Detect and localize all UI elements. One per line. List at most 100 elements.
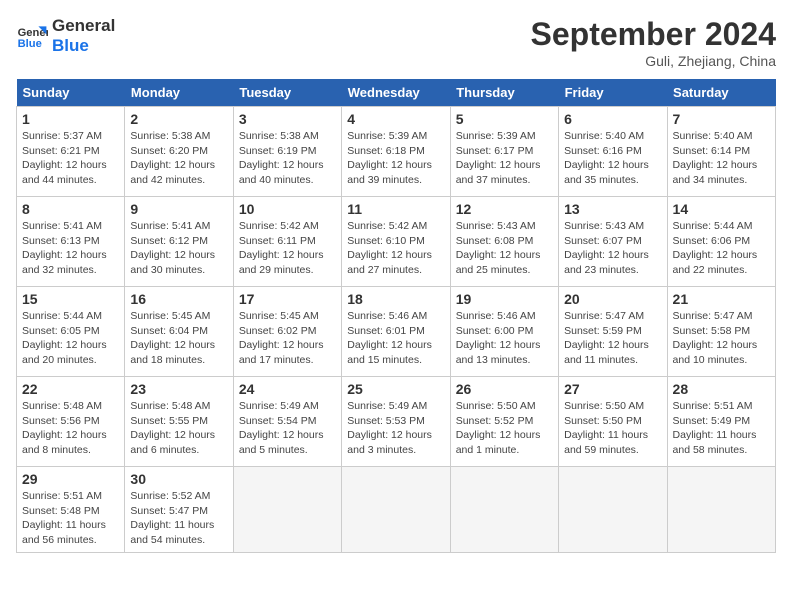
day-info: Sunrise: 5:48 AMSunset: 5:56 PMDaylight:…: [22, 399, 119, 458]
col-header-saturday: Saturday: [667, 79, 775, 107]
calendar-cell: 14 Sunrise: 5:44 AMSunset: 6:06 PMDayligh…: [667, 197, 775, 287]
calendar-cell: 7Sunrise: 5:40 AMSunset: 6:14 PMDaylight…: [667, 107, 775, 197]
calendar-week-row: 29 Sunrise: 5:51 AMSunset: 5:48 PMDayligh…: [17, 467, 776, 553]
title-area: September 2024 Guli, Zhejiang, China: [531, 16, 776, 69]
day-number: 19: [456, 291, 553, 307]
day-info: Sunrise: 5:50 AMSunset: 5:52 PMDaylight:…: [456, 399, 553, 458]
day-number: 14: [673, 201, 770, 217]
location: Guli, Zhejiang, China: [531, 53, 776, 69]
day-info: Sunrise: 5:49 AMSunset: 5:53 PMDaylight:…: [347, 399, 444, 458]
day-number: 28: [673, 381, 770, 397]
day-number: 5: [456, 111, 553, 127]
day-number: 11: [347, 201, 444, 217]
day-number: 21: [673, 291, 770, 307]
calendar-table: SundayMondayTuesdayWednesdayThursdayFrid…: [16, 79, 776, 553]
col-header-monday: Monday: [125, 79, 233, 107]
day-info: Sunrise: 5:37 AMSunset: 6:21 PMDaylight:…: [22, 129, 119, 188]
header: General Blue General Blue September 2024…: [16, 16, 776, 69]
day-info: Sunrise: 5:41 AMSunset: 6:12 PMDaylight:…: [130, 219, 227, 278]
day-number: 8: [22, 201, 119, 217]
calendar-cell: [342, 467, 450, 553]
col-header-thursday: Thursday: [450, 79, 558, 107]
calendar-cell: 20Sunrise: 5:47 AMSunset: 5:59 PMDayligh…: [559, 287, 667, 377]
calendar-cell: 4 Sunrise: 5:39 AMSunset: 6:18 PMDaylight…: [342, 107, 450, 197]
day-number: 30: [130, 471, 227, 487]
calendar-header-row: SundayMondayTuesdayWednesdayThursdayFrid…: [17, 79, 776, 107]
day-info: Sunrise: 5:39 AMSunset: 6:17 PMDaylight:…: [456, 129, 553, 188]
day-number: 3: [239, 111, 336, 127]
day-number: 4: [347, 111, 444, 127]
day-info: Sunrise: 5:42 AMSunset: 6:11 PMDaylight:…: [239, 219, 336, 278]
day-number: 23: [130, 381, 227, 397]
calendar-cell: 15 Sunrise: 5:44 AMSunset: 6:05 PMDayligh…: [17, 287, 125, 377]
day-number: 10: [239, 201, 336, 217]
day-info: Sunrise: 5:47 AMSunset: 5:58 PMDaylight:…: [673, 309, 770, 368]
day-info: Sunrise: 5:45 AMSunset: 6:04 PMDaylight:…: [130, 309, 227, 368]
calendar-cell: [667, 467, 775, 553]
day-info: Sunrise: 5:43 AMSunset: 6:08 PMDaylight:…: [456, 219, 553, 278]
day-info: Sunrise: 5:43 AMSunset: 6:07 PMDaylight:…: [564, 219, 661, 278]
day-number: 9: [130, 201, 227, 217]
day-info: Sunrise: 5:52 AMSunset: 5:47 PMDaylight:…: [130, 489, 227, 548]
day-info: Sunrise: 5:51 AMSunset: 5:48 PMDaylight:…: [22, 489, 119, 548]
calendar-cell: 13Sunrise: 5:43 AMSunset: 6:07 PMDayligh…: [559, 197, 667, 287]
calendar-cell: 25 Sunrise: 5:49 AMSunset: 5:53 PMDayligh…: [342, 377, 450, 467]
calendar-cell: 12 Sunrise: 5:43 AMSunset: 6:08 PMDayligh…: [450, 197, 558, 287]
day-info: Sunrise: 5:38 AMSunset: 6:19 PMDaylight:…: [239, 129, 336, 188]
day-number: 25: [347, 381, 444, 397]
day-number: 15: [22, 291, 119, 307]
day-info: Sunrise: 5:40 AMSunset: 6:16 PMDaylight:…: [564, 129, 661, 188]
calendar-cell: 22 Sunrise: 5:48 AMSunset: 5:56 PMDayligh…: [17, 377, 125, 467]
day-number: 16: [130, 291, 227, 307]
calendar-cell: 23 Sunrise: 5:48 AMSunset: 5:55 PMDayligh…: [125, 377, 233, 467]
month-title: September 2024: [531, 16, 776, 53]
calendar-cell: [450, 467, 558, 553]
calendar-cell: 30 Sunrise: 5:52 AMSunset: 5:47 PMDayligh…: [125, 467, 233, 553]
day-info: Sunrise: 5:44 AMSunset: 6:05 PMDaylight:…: [22, 309, 119, 368]
day-number: 6: [564, 111, 661, 127]
day-info: Sunrise: 5:46 AMSunset: 6:01 PMDaylight:…: [347, 309, 444, 368]
calendar-cell: 11Sunrise: 5:42 AMSunset: 6:10 PMDayligh…: [342, 197, 450, 287]
logo: General Blue General Blue: [16, 16, 115, 57]
col-header-wednesday: Wednesday: [342, 79, 450, 107]
day-number: 29: [22, 471, 119, 487]
calendar-cell: [559, 467, 667, 553]
day-number: 26: [456, 381, 553, 397]
col-header-friday: Friday: [559, 79, 667, 107]
day-info: Sunrise: 5:48 AMSunset: 5:55 PMDaylight:…: [130, 399, 227, 458]
calendar-cell: 10 Sunrise: 5:42 AMSunset: 6:11 PMDayligh…: [233, 197, 341, 287]
calendar-cell: 28 Sunrise: 5:51 AMSunset: 5:49 PMDayligh…: [667, 377, 775, 467]
day-info: Sunrise: 5:41 AMSunset: 6:13 PMDaylight:…: [22, 219, 119, 278]
calendar-cell: 8 Sunrise: 5:41 AMSunset: 6:13 PMDaylight…: [17, 197, 125, 287]
day-number: 2: [130, 111, 227, 127]
day-info: Sunrise: 5:47 AMSunset: 5:59 PMDaylight:…: [564, 309, 661, 368]
calendar-cell: 18Sunrise: 5:46 AMSunset: 6:01 PMDayligh…: [342, 287, 450, 377]
calendar-cell: 29 Sunrise: 5:51 AMSunset: 5:48 PMDayligh…: [17, 467, 125, 553]
day-info: Sunrise: 5:50 AMSunset: 5:50 PMDaylight:…: [564, 399, 661, 458]
day-number: 12: [456, 201, 553, 217]
day-number: 17: [239, 291, 336, 307]
col-header-sunday: Sunday: [17, 79, 125, 107]
svg-text:Blue: Blue: [18, 39, 42, 51]
calendar-week-row: 15 Sunrise: 5:44 AMSunset: 6:05 PMDayligh…: [17, 287, 776, 377]
day-info: Sunrise: 5:46 AMSunset: 6:00 PMDaylight:…: [456, 309, 553, 368]
day-info: Sunrise: 5:44 AMSunset: 6:06 PMDaylight:…: [673, 219, 770, 278]
day-info: Sunrise: 5:40 AMSunset: 6:14 PMDaylight:…: [673, 129, 770, 188]
day-info: Sunrise: 5:39 AMSunset: 6:18 PMDaylight:…: [347, 129, 444, 188]
calendar-cell: 26 Sunrise: 5:50 AMSunset: 5:52 PMDayligh…: [450, 377, 558, 467]
col-header-tuesday: Tuesday: [233, 79, 341, 107]
logo-line2: Blue: [52, 36, 115, 56]
calendar-week-row: 8 Sunrise: 5:41 AMSunset: 6:13 PMDaylight…: [17, 197, 776, 287]
calendar-cell: 6 Sunrise: 5:40 AMSunset: 6:16 PMDaylight…: [559, 107, 667, 197]
logo-line1: General: [52, 16, 115, 36]
day-info: Sunrise: 5:45 AMSunset: 6:02 PMDaylight:…: [239, 309, 336, 368]
day-number: 24: [239, 381, 336, 397]
calendar-week-row: 22 Sunrise: 5:48 AMSunset: 5:56 PMDayligh…: [17, 377, 776, 467]
day-number: 22: [22, 381, 119, 397]
day-number: 1: [22, 111, 119, 127]
calendar-cell: 1 Sunrise: 5:37 AMSunset: 6:21 PMDaylight…: [17, 107, 125, 197]
calendar-cell: 21 Sunrise: 5:47 AMSunset: 5:58 PMDayligh…: [667, 287, 775, 377]
calendar-body: 1 Sunrise: 5:37 AMSunset: 6:21 PMDaylight…: [17, 107, 776, 553]
day-info: Sunrise: 5:51 AMSunset: 5:49 PMDaylight:…: [673, 399, 770, 458]
calendar-cell: 3 Sunrise: 5:38 AMSunset: 6:19 PMDaylight…: [233, 107, 341, 197]
